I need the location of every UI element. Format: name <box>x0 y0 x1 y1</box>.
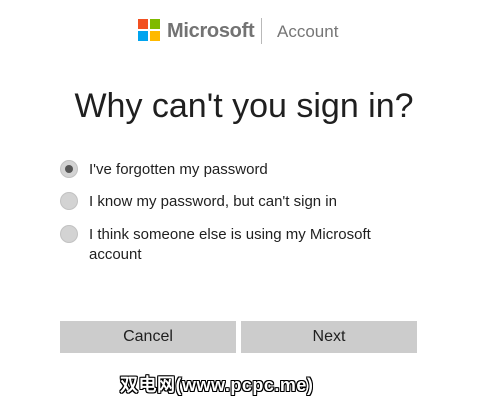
page-title: Why can't you sign in? <box>74 87 414 125</box>
next-button[interactable]: Next <box>241 321 417 353</box>
logo-green-square <box>150 19 160 29</box>
logo-yellow-square <box>150 31 160 41</box>
microsoft-logo-icon <box>138 19 160 41</box>
logo-blue-square <box>138 31 148 41</box>
option-label[interactable]: I think someone else is using my Microso… <box>89 225 389 265</box>
radio-forgot-password[interactable] <box>60 160 78 178</box>
header-divider <box>261 18 262 44</box>
option-label[interactable]: I've forgotten my password <box>89 160 389 180</box>
page: Microsoft Account Why can't you sign in?… <box>0 0 488 411</box>
radio-know-password[interactable] <box>60 192 78 210</box>
watermark-text: 双电网(www.pcpc.me) <box>120 375 314 395</box>
radio-someone-else[interactable] <box>60 225 78 243</box>
product-name: Account <box>277 22 339 41</box>
logo-red-square <box>138 19 148 29</box>
brand-name: Microsoft <box>167 20 255 42</box>
header: Microsoft Account <box>0 16 488 48</box>
cancel-button[interactable]: Cancel <box>60 321 236 353</box>
option-label[interactable]: I know my password, but can't sign in <box>89 192 389 212</box>
